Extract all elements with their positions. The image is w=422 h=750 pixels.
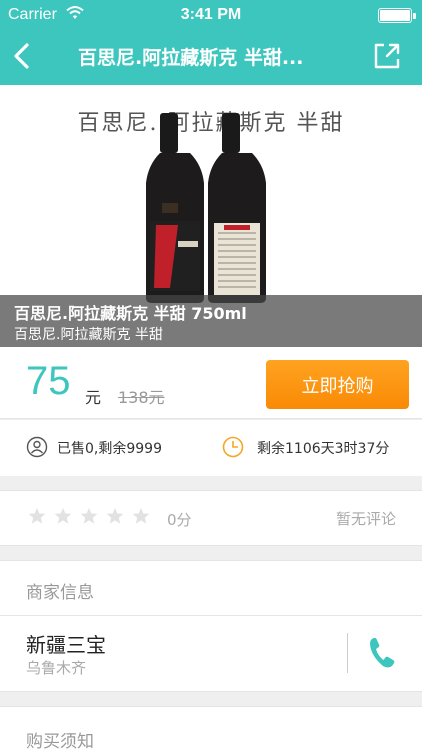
battery-icon <box>378 8 416 23</box>
rating-section[interactable]: 0分 暂无评论 <box>0 490 422 546</box>
rating-score: 0分 <box>167 511 192 529</box>
phone-icon <box>370 637 395 668</box>
product-image[interactable]: 百思尼. 阿拉藏斯克 半甜 百思尼.阿拉藏斯克 半甜 750ml 百思尼.阿拉藏… <box>0 85 422 347</box>
product-name-full: 百思尼.阿拉藏斯克 半甜 750ml <box>14 304 247 323</box>
comment-status: 暂无评论 <box>335 510 396 528</box>
divider <box>347 633 348 673</box>
current-price: 75 <box>26 359 71 403</box>
merchant-name[interactable]: 新疆三宝 <box>26 629 106 658</box>
buy-now-button[interactable]: 立即抢购 <box>266 360 409 409</box>
purchase-notice-header: 购买须知 <box>26 732 94 750</box>
status-time: 3:41 PM <box>180 6 242 23</box>
rating-stars <box>28 507 158 529</box>
star-icon <box>28 507 46 524</box>
star-icon <box>54 507 72 524</box>
star-icon <box>132 507 150 524</box>
wine-bottles-image <box>146 113 266 303</box>
clock-icon <box>222 436 244 458</box>
page-title: 百思尼.阿拉藏斯克 半甜... <box>78 47 304 69</box>
original-price: 138元 <box>118 388 165 407</box>
purchase-notice-section: 购买须知 <box>0 706 422 750</box>
star-icon <box>80 507 98 524</box>
merchant-city: 乌鲁木齐 <box>26 659 87 677</box>
product-overlay: 百思尼.阿拉藏斯克 半甜 750ml 百思尼.阿拉藏斯克 半甜 <box>0 295 422 347</box>
divider <box>0 615 422 616</box>
merchant-header: 商家信息 <box>26 583 94 603</box>
nav-bar: 百思尼.阿拉藏斯克 半甜... <box>0 30 422 85</box>
price-unit: 元 <box>85 388 102 407</box>
share-button[interactable] <box>372 41 402 71</box>
user-icon <box>26 436 48 458</box>
stats-section: 已售0,剩余9999 剩余1106天3时37分 <box>0 420 422 476</box>
price-section: 75 元 138元 立即抢购 <box>0 347 422 419</box>
back-button[interactable] <box>6 38 42 74</box>
chevron-left-icon <box>14 43 29 69</box>
time-remaining-text: 剩余1106天3时37分 <box>257 441 390 457</box>
status-bar: Carrier 3:41 PM <box>0 0 422 30</box>
star-icon <box>106 507 124 524</box>
merchant-section: 商家信息 新疆三宝 乌鲁木齐 <box>0 560 422 692</box>
share-icon <box>374 43 400 69</box>
call-button[interactable] <box>367 636 397 674</box>
product-name-short: 百思尼.阿拉藏斯克 半甜 <box>14 327 163 343</box>
sold-remaining-text: 已售0,剩余9999 <box>57 441 162 457</box>
